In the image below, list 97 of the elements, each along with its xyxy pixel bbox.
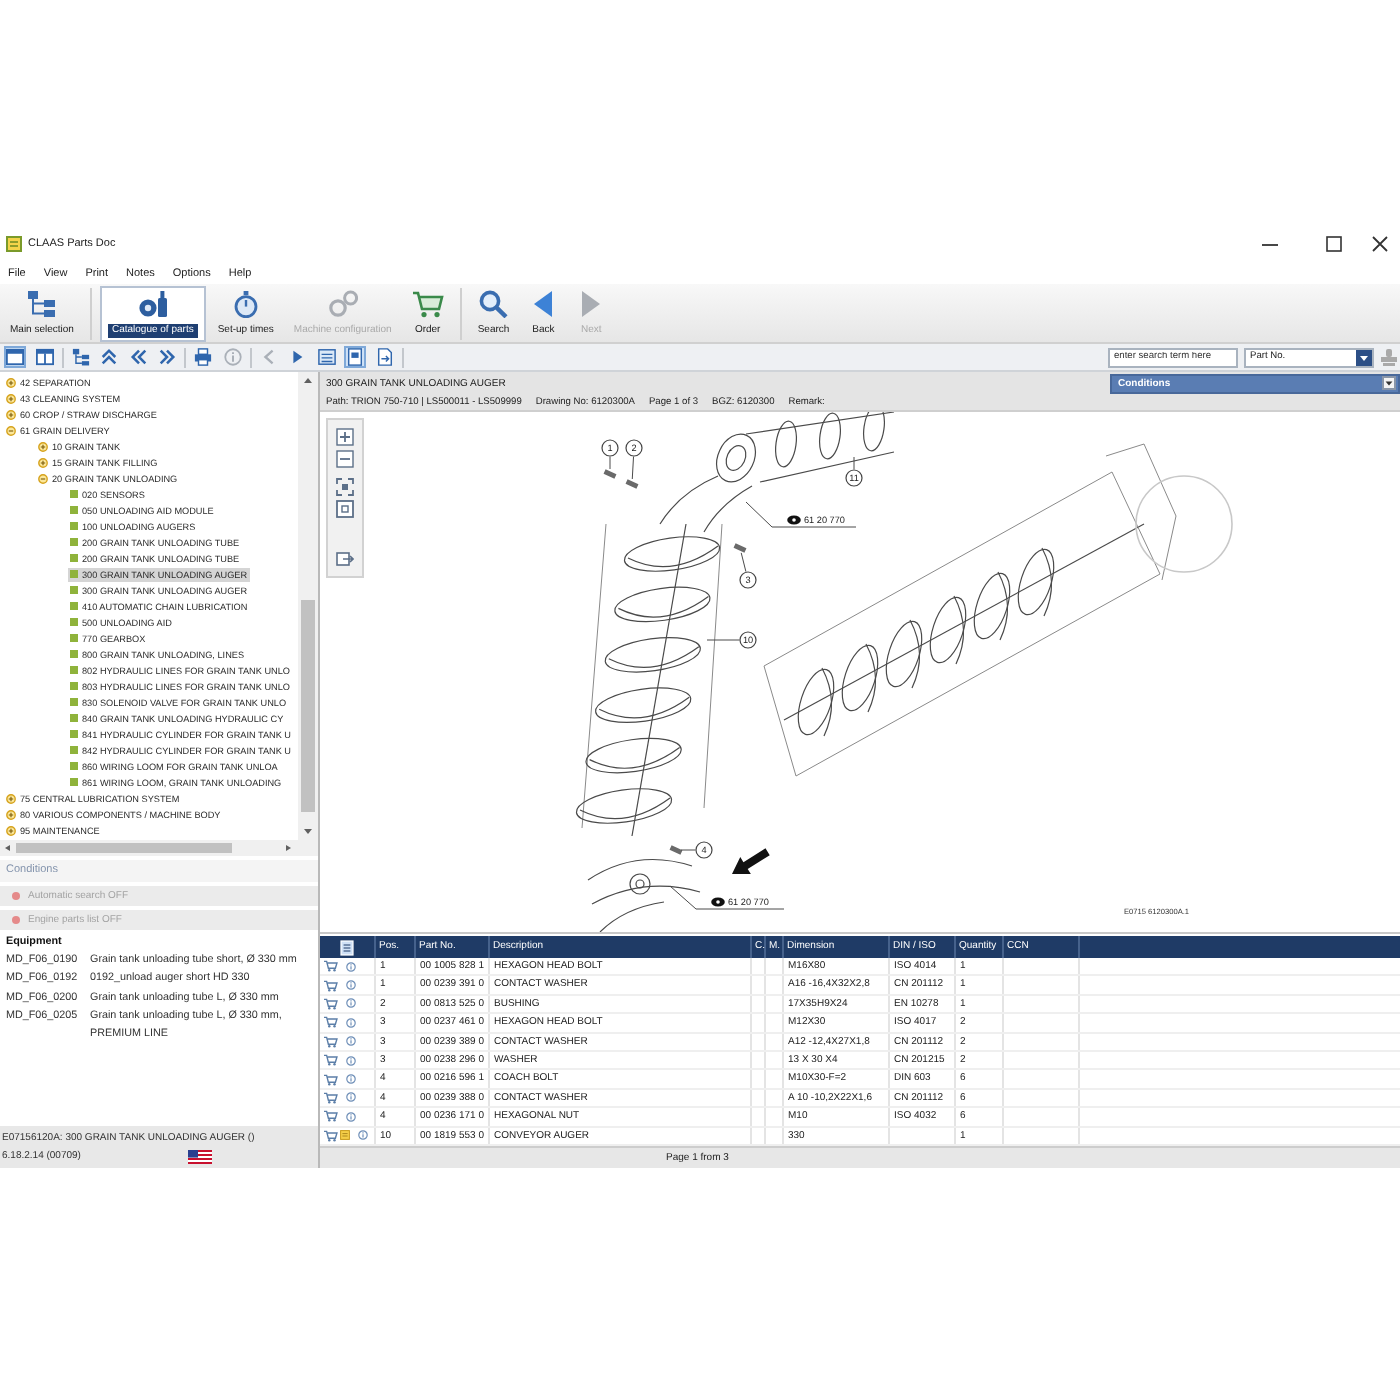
info-icon[interactable] (346, 1055, 356, 1066)
tree-icon[interactable] (69, 346, 91, 368)
plus-circle-icon[interactable] (6, 409, 16, 419)
note-icon[interactable] (340, 1130, 350, 1141)
stopwatch-icon (229, 289, 262, 317)
leader-line (745, 501, 857, 528)
info-icon[interactable] (346, 1017, 356, 1028)
square-bullet-icon (70, 682, 78, 690)
leader-line (853, 456, 855, 470)
parts-icon (137, 289, 168, 317)
plus-circle-icon[interactable] (6, 793, 16, 803)
info-icon[interactable] (346, 1074, 356, 1085)
app-logo-icon (6, 236, 22, 252)
bolt (669, 845, 683, 855)
actual-size-icon[interactable] (336, 499, 354, 517)
oval-symbol-icon (711, 897, 725, 907)
leader-line (706, 639, 740, 641)
search-icon (478, 289, 509, 317)
square-bullet-icon (70, 586, 78, 594)
hierarchy-icon (26, 289, 57, 317)
horizontal-scrollbar[interactable] (0, 840, 318, 856)
square-bullet-icon (70, 538, 78, 546)
print-icon[interactable] (192, 346, 214, 368)
cart-icon[interactable] (324, 1110, 338, 1123)
leader-line (740, 552, 747, 573)
info-icon[interactable] (346, 961, 356, 972)
document-arrow-icon[interactable] (373, 346, 395, 368)
square-bullet-icon (70, 634, 78, 642)
cart-icon[interactable] (324, 997, 338, 1010)
info-icon[interactable] (346, 1111, 356, 1122)
info-icon[interactable] (346, 1092, 356, 1103)
square-bullet-icon (70, 570, 78, 578)
square-bullet-icon (70, 618, 78, 626)
list-icon[interactable] (315, 346, 337, 368)
zoom-out-icon[interactable] (336, 449, 354, 467)
square-bullet-icon (70, 778, 78, 786)
minimize-icon[interactable] (1262, 243, 1278, 245)
cart-icon[interactable] (324, 1016, 338, 1029)
double-chevron-up-icon[interactable] (98, 346, 120, 368)
forward-arrow-icon (582, 289, 601, 317)
bolt (733, 543, 747, 553)
square-bullet-icon (70, 522, 78, 530)
double-chevron-right-icon[interactable] (156, 346, 178, 368)
square-bullet-icon (70, 602, 78, 610)
plus-circle-icon[interactable] (6, 809, 16, 819)
plus-circle-icon[interactable] (6, 377, 16, 387)
split-window-icon[interactable] (33, 346, 55, 368)
pointer-arrow (732, 848, 770, 874)
square-bullet-icon (70, 506, 78, 514)
square-bullet-icon (70, 554, 78, 562)
caret-icon (1382, 376, 1396, 390)
info-icon[interactable] (346, 1036, 356, 1047)
minus-circle-icon[interactable] (38, 473, 48, 483)
maximize-icon[interactable] (1326, 236, 1342, 252)
leader-line (669, 885, 785, 910)
square-bullet-icon (70, 666, 78, 674)
square-bullet-icon (70, 714, 78, 722)
plus-circle-icon[interactable] (38, 441, 48, 451)
leader-line (609, 456, 611, 470)
info-icon[interactable] (346, 980, 356, 991)
end-cover (1135, 475, 1233, 573)
vertical-scrollbar[interactable] (298, 372, 318, 840)
close-icon[interactable] (1372, 236, 1388, 252)
square-bullet-icon (70, 490, 78, 498)
gears-icon (327, 289, 358, 317)
back-arrow-icon (534, 289, 553, 317)
square-bullet-icon (70, 762, 78, 770)
cart-icon[interactable] (324, 979, 338, 992)
flag-icon (188, 1149, 213, 1164)
plus-circle-icon[interactable] (38, 457, 48, 467)
info-icon[interactable] (358, 1130, 368, 1141)
square-bullet-icon (70, 698, 78, 706)
export-icon[interactable] (336, 549, 354, 567)
plus-circle-icon[interactable] (6, 393, 16, 403)
minus-circle-icon[interactable] (6, 425, 16, 435)
cart-icon[interactable] (324, 1129, 338, 1142)
cart-icon[interactable] (324, 1073, 338, 1086)
window-icon[interactable] (4, 346, 26, 368)
square-bullet-icon (70, 730, 78, 738)
oval-symbol-icon (787, 515, 801, 525)
info-icon[interactable] (346, 998, 356, 1009)
plus-circle-icon[interactable] (6, 825, 16, 835)
double-chevron-left-icon[interactable] (127, 346, 149, 368)
leader-line (631, 456, 634, 480)
cart-icon (411, 289, 444, 317)
cart-icon[interactable] (324, 1091, 338, 1104)
square-bullet-icon (70, 650, 78, 658)
cart-icon[interactable] (324, 960, 338, 973)
square-bullet-icon (70, 746, 78, 754)
fit-to-window-icon[interactable] (336, 477, 354, 495)
cart-icon[interactable] (324, 1035, 338, 1048)
document-icon[interactable] (344, 346, 366, 368)
leader-line (680, 849, 696, 851)
gearbox (587, 858, 701, 932)
cart-icon[interactable] (324, 1054, 338, 1067)
zoom-in-icon[interactable] (336, 427, 354, 445)
caret-icon (1356, 349, 1372, 365)
